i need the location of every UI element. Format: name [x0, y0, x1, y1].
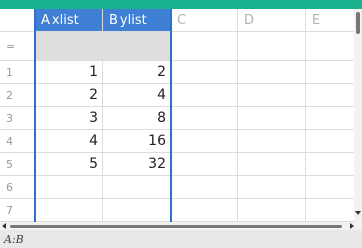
scroll-right-arrow-icon[interactable]: [350, 223, 354, 229]
cell-b5[interactable]: 32: [103, 153, 171, 176]
cell-c3[interactable]: [171, 107, 238, 130]
cell-e7[interactable]: [306, 199, 354, 222]
column-header-c[interactable]: C: [171, 9, 238, 32]
selection-border-right: [170, 9, 172, 222]
cell-c7[interactable]: [171, 199, 238, 222]
spreadsheet[interactable]: A xlist B ylist C D E = 1 1 2 2 2 4 3 3 …: [0, 9, 354, 222]
column-letter: E: [312, 12, 321, 28]
cell-e4[interactable]: [306, 130, 354, 153]
selection-indicator: A:B: [4, 233, 24, 246]
row-number[interactable]: 7: [0, 199, 35, 222]
cell-b6[interactable]: [103, 176, 171, 199]
row-number[interactable]: 2: [0, 84, 35, 107]
cell-a3[interactable]: 3: [35, 107, 103, 130]
vertical-scroll-thumb[interactable]: [356, 12, 360, 34]
row-number[interactable]: 5: [0, 153, 35, 176]
cell-b2[interactable]: 4: [103, 84, 171, 107]
formula-cell-e[interactable]: [306, 32, 354, 61]
cell-e6[interactable]: [306, 176, 354, 199]
cell-e5[interactable]: [306, 153, 354, 176]
column-header-a[interactable]: A xlist: [35, 9, 103, 32]
cell-d1[interactable]: [238, 61, 306, 84]
corner-cell[interactable]: [0, 9, 35, 32]
column-header-b[interactable]: B ylist: [103, 9, 171, 32]
cell-c5[interactable]: [171, 153, 238, 176]
top-accent-bar: [0, 0, 362, 9]
cell-a1[interactable]: 1: [35, 61, 103, 84]
status-bar: [0, 230, 362, 248]
cell-c4[interactable]: [171, 130, 238, 153]
formula-cell-b[interactable]: [103, 32, 171, 61]
column-letter: D: [244, 12, 255, 28]
formula-row-label: =: [0, 32, 35, 61]
formula-cell-d[interactable]: [238, 32, 306, 61]
cell-d2[interactable]: [238, 84, 306, 107]
cell-e1[interactable]: [306, 61, 354, 84]
column-name: ylist: [119, 12, 147, 28]
cell-b3[interactable]: 8: [103, 107, 171, 130]
column-name: xlist: [51, 12, 79, 28]
column-letter: C: [177, 12, 187, 28]
cell-c6[interactable]: [171, 176, 238, 199]
horizontal-scroll-thumb[interactable]: [10, 225, 342, 228]
scroll-left-arrow-icon[interactable]: [2, 223, 6, 229]
cell-b1[interactable]: 2: [103, 61, 171, 84]
row-number[interactable]: 4: [0, 130, 35, 153]
cell-d7[interactable]: [238, 199, 306, 222]
cell-e2[interactable]: [306, 84, 354, 107]
formula-cell-c[interactable]: [171, 32, 238, 61]
row-number[interactable]: 6: [0, 176, 35, 199]
cell-a2[interactable]: 2: [35, 84, 103, 107]
cell-d3[interactable]: [238, 107, 306, 130]
cell-d5[interactable]: [238, 153, 306, 176]
cell-d6[interactable]: [238, 176, 306, 199]
scroll-down-arrow-icon[interactable]: [355, 211, 361, 215]
cell-d4[interactable]: [238, 130, 306, 153]
column-letter: A: [41, 12, 50, 28]
column-header-d[interactable]: D: [238, 9, 306, 32]
row-number[interactable]: 1: [0, 61, 35, 84]
column-letter: B: [109, 12, 118, 28]
cell-e3[interactable]: [306, 107, 354, 130]
formula-cell-a[interactable]: [35, 32, 103, 61]
cell-a6[interactable]: [35, 176, 103, 199]
cell-b7[interactable]: [103, 199, 171, 222]
cell-a4[interactable]: 4: [35, 130, 103, 153]
cell-c2[interactable]: [171, 84, 238, 107]
cell-b4[interactable]: 16: [103, 130, 171, 153]
row-number[interactable]: 3: [0, 107, 35, 130]
cell-a5[interactable]: 5: [35, 153, 103, 176]
cell-c1[interactable]: [171, 61, 238, 84]
column-header-e[interactable]: E: [306, 9, 354, 32]
vertical-scrollbar[interactable]: [354, 9, 362, 222]
cell-a7[interactable]: [35, 199, 103, 222]
selection-border-left: [34, 9, 36, 222]
